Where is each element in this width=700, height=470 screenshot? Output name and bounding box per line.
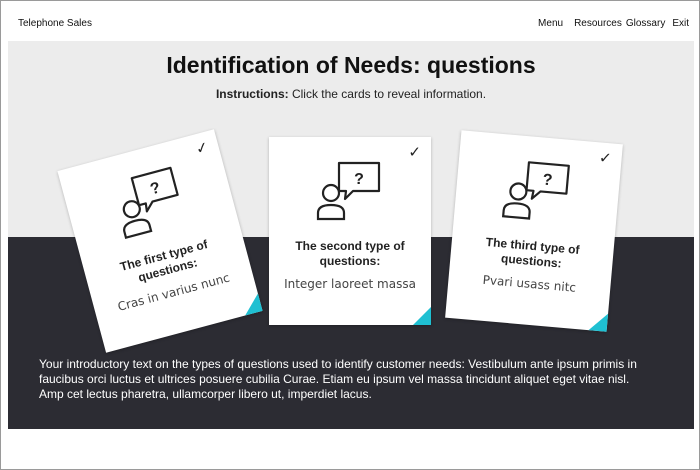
app-title: Telephone Sales	[18, 18, 92, 29]
intro-text: Your introductory text on the types of q…	[39, 357, 637, 401]
corner-fold	[588, 312, 609, 332]
question-card-2[interactable]: ✓ ? The second type of questions: Intege…	[269, 137, 431, 325]
card-heading: The third type of questions:	[485, 234, 581, 271]
resources-link[interactable]: Resources	[574, 18, 622, 29]
instructions: Instructions: Click the cards to reveal …	[8, 87, 694, 101]
card-body: Pvari usass nitc	[482, 272, 577, 295]
exit-link[interactable]: Exit	[672, 18, 689, 29]
top-bar: Telephone Sales Menu Resources Glossary …	[1, 1, 700, 41]
card-heading: The second type of questions:	[295, 239, 405, 268]
check-icon: ✓	[598, 148, 613, 168]
svg-text:?: ?	[354, 171, 364, 188]
person-question-icon: ?	[501, 161, 570, 220]
window-frame: Telephone Sales Menu Resources Glossary …	[0, 0, 700, 470]
glossary-link[interactable]: Glossary	[626, 18, 665, 29]
card-body: Integer laoreet massa	[284, 277, 416, 291]
person-question-icon: ?	[316, 161, 381, 221]
svg-text:?: ?	[542, 172, 553, 190]
question-card-3[interactable]: ✓ ? The third type of questions: Pvari u…	[445, 130, 623, 332]
instructions-label: Instructions:	[215, 87, 289, 101]
top-nav: Menu Resources Glossary Exit	[538, 18, 689, 29]
slide-stage: Identification of Needs: questions Instr…	[8, 41, 694, 429]
svg-text:?: ?	[148, 179, 162, 198]
check-icon: ✓	[408, 143, 421, 161]
person-question-icon: ?	[122, 166, 179, 240]
check-icon: ✓	[193, 137, 211, 159]
page-title: Identification of Needs: questions	[166, 52, 536, 78]
instructions-text: Click the cards to reveal information.	[288, 87, 487, 101]
menu-link[interactable]: Menu	[538, 18, 563, 29]
corner-fold	[413, 307, 431, 325]
